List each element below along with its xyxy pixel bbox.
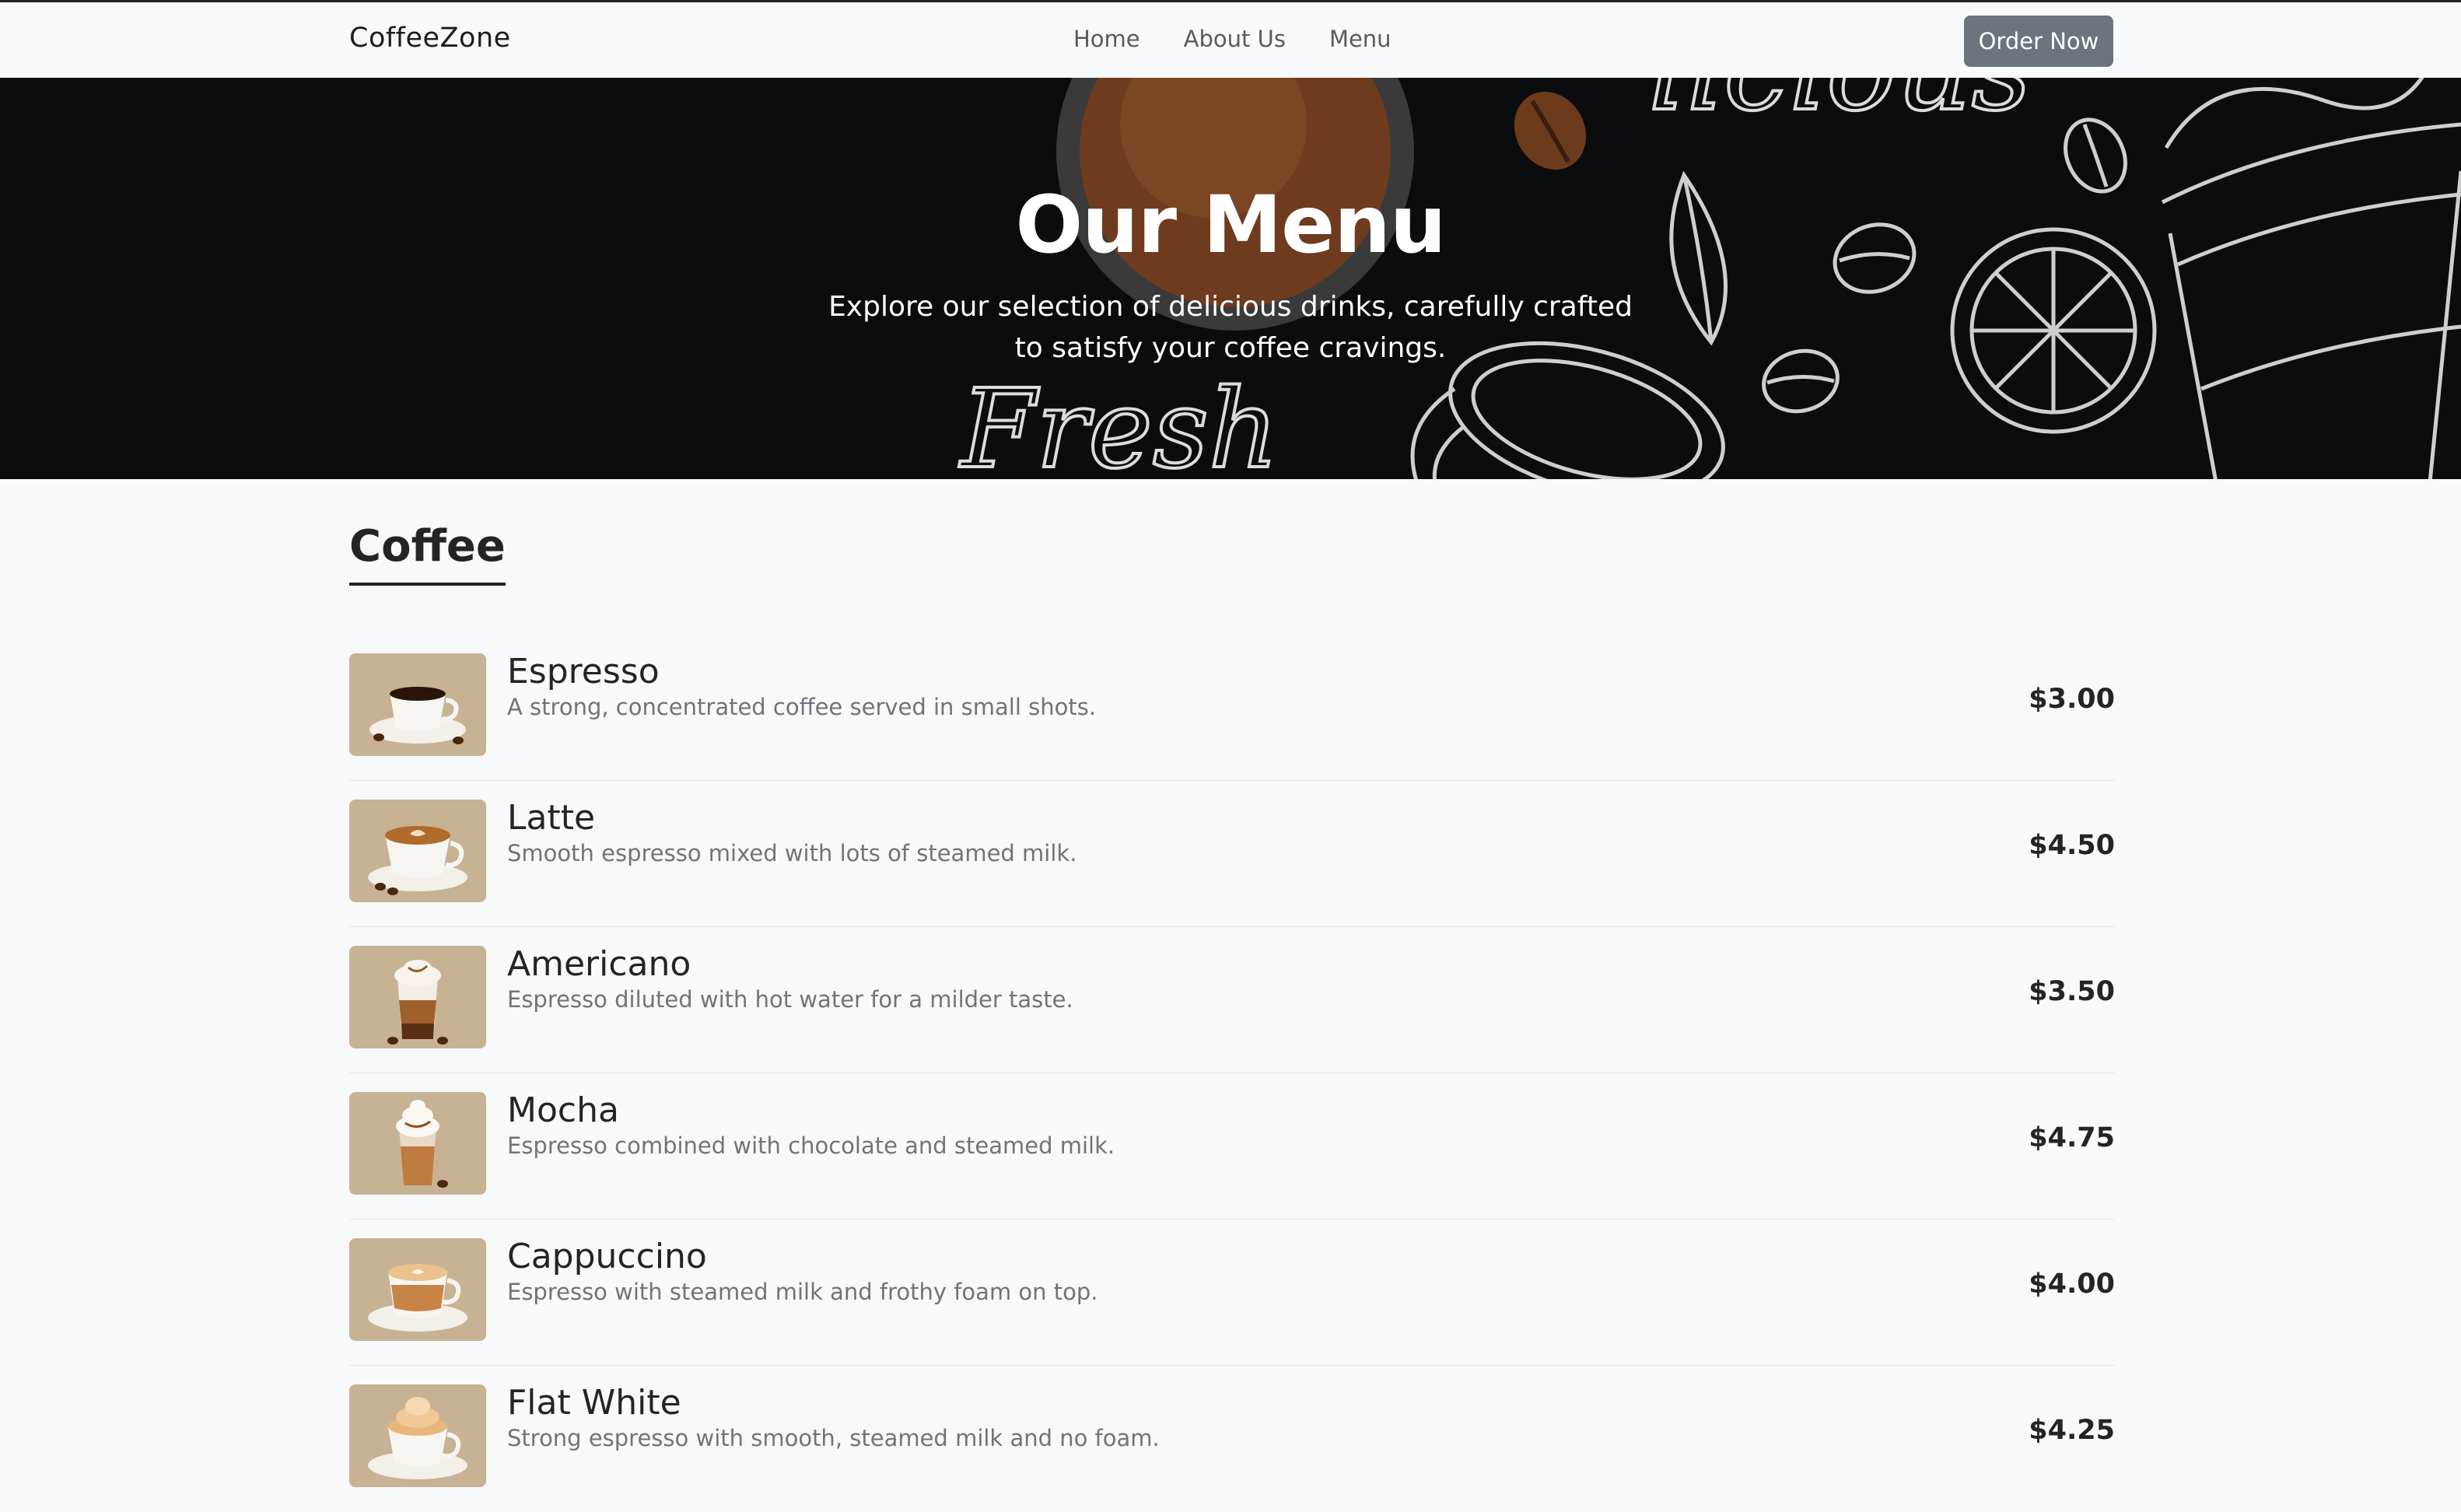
svg-text:licious: licious xyxy=(1649,78,2032,137)
latte-cup-icon xyxy=(349,800,486,902)
nav-links: Home About Us Menu xyxy=(1073,26,1392,52)
hero-doodle-background: Fresh licious xyxy=(957,78,2461,479)
item-price: $4.00 xyxy=(2029,1269,2115,1300)
item-name: Flat White xyxy=(507,1383,681,1423)
item-description: Espresso with steamed milk and frothy fo… xyxy=(507,1279,1098,1305)
item-price: $4.75 xyxy=(2029,1122,2115,1153)
menu-item[interactable]: Latte Smooth espresso mixed with lots of… xyxy=(349,781,2115,927)
item-name: Cappuccino xyxy=(507,1237,707,1276)
coffee-menu-list: Espresso A strong, concentrated coffee s… xyxy=(349,635,2115,1512)
item-name: Latte xyxy=(507,798,596,838)
item-description: Smooth espresso mixed with lots of steam… xyxy=(507,840,1077,866)
brand-logo[interactable]: CoffeeZone xyxy=(349,23,511,54)
hero-title: Our Menu xyxy=(1015,179,1446,271)
hero-banner: Fresh licious Our Menu Explore our selec… xyxy=(0,78,2461,479)
svg-text:Fresh: Fresh xyxy=(958,366,1279,479)
item-price: $4.50 xyxy=(2029,830,2115,861)
cream-cup-icon xyxy=(349,1384,486,1487)
item-price: $3.50 xyxy=(2029,976,2115,1007)
order-now-button[interactable]: Order Now xyxy=(1964,16,2113,67)
menu-item[interactable]: Cappuccino Espresso with steamed milk an… xyxy=(349,1220,2115,1366)
item-description: Espresso diluted with hot water for a mi… xyxy=(507,986,1073,1013)
item-name: Americano xyxy=(507,944,691,984)
item-description: Espresso combined with chocolate and ste… xyxy=(507,1132,1115,1159)
item-price: $3.00 xyxy=(2029,684,2115,715)
layered-glass-icon xyxy=(349,946,486,1048)
hero-subtitle: Explore our selection of delicious drink… xyxy=(828,291,1633,364)
espresso-cup-icon xyxy=(349,653,486,756)
menu-item[interactable]: Americano Espresso diluted with hot wate… xyxy=(349,927,2115,1073)
item-name: Espresso xyxy=(507,652,660,691)
item-name: Mocha xyxy=(507,1090,619,1130)
menu-item[interactable]: Espresso A strong, concentrated coffee s… xyxy=(349,635,2115,781)
item-description: Strong espresso with smooth, steamed mil… xyxy=(507,1425,1160,1451)
nav-link-menu[interactable]: Menu xyxy=(1329,26,1392,52)
cappuccino-cup-icon xyxy=(349,1238,486,1341)
section-title-coffee: Coffee xyxy=(349,521,506,586)
menu-item[interactable]: Flat White Strong espresso with smooth, … xyxy=(349,1366,2115,1512)
whipped-glass-icon xyxy=(349,1092,486,1195)
nav-link-about-us[interactable]: About Us xyxy=(1184,26,1286,52)
item-description: A strong, concentrated coffee served in … xyxy=(507,694,1097,720)
item-price: $4.25 xyxy=(2029,1415,2115,1446)
menu-item[interactable]: Mocha Espresso combined with chocolate a… xyxy=(349,1073,2115,1220)
nav-link-home[interactable]: Home xyxy=(1073,26,1140,52)
top-navbar: CoffeeZone Home About Us Menu Order Now xyxy=(0,0,2461,78)
